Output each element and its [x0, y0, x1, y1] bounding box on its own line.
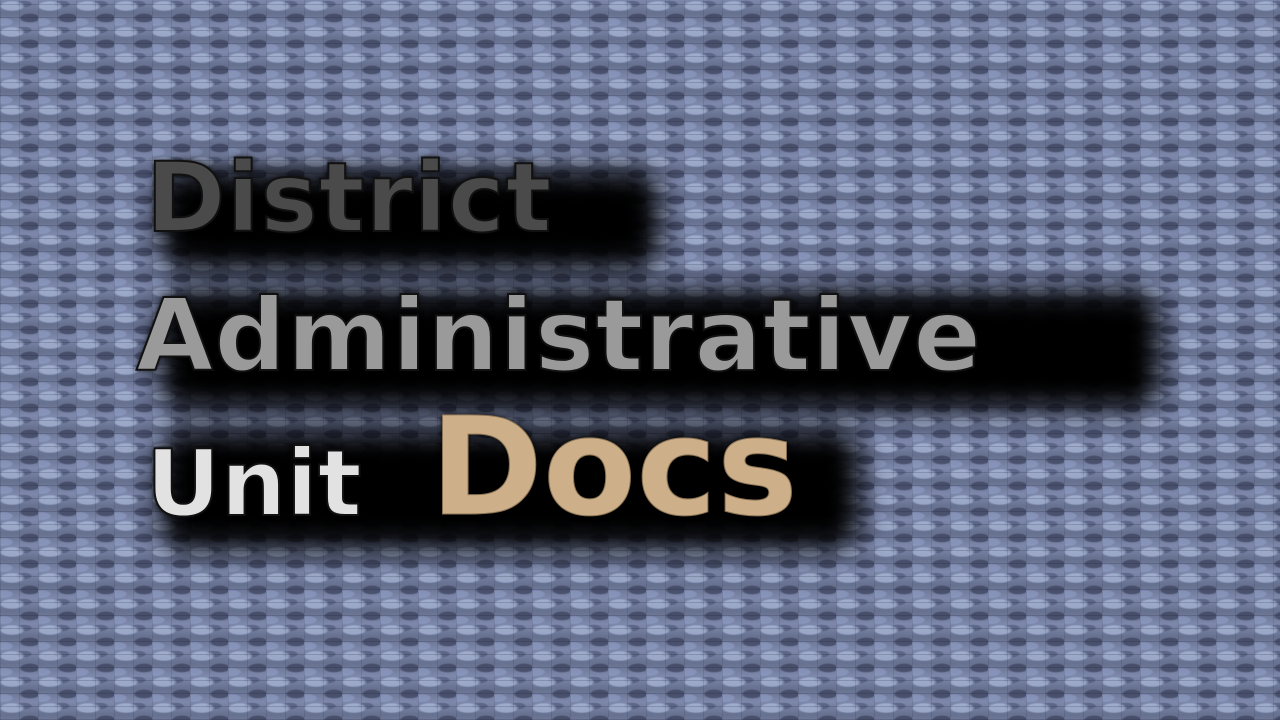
title-administrative: Administrative	[135, 277, 983, 394]
title-unit: Unit	[145, 430, 363, 537]
title-docs: Docs	[430, 389, 799, 547]
title-district: District	[145, 142, 553, 254]
